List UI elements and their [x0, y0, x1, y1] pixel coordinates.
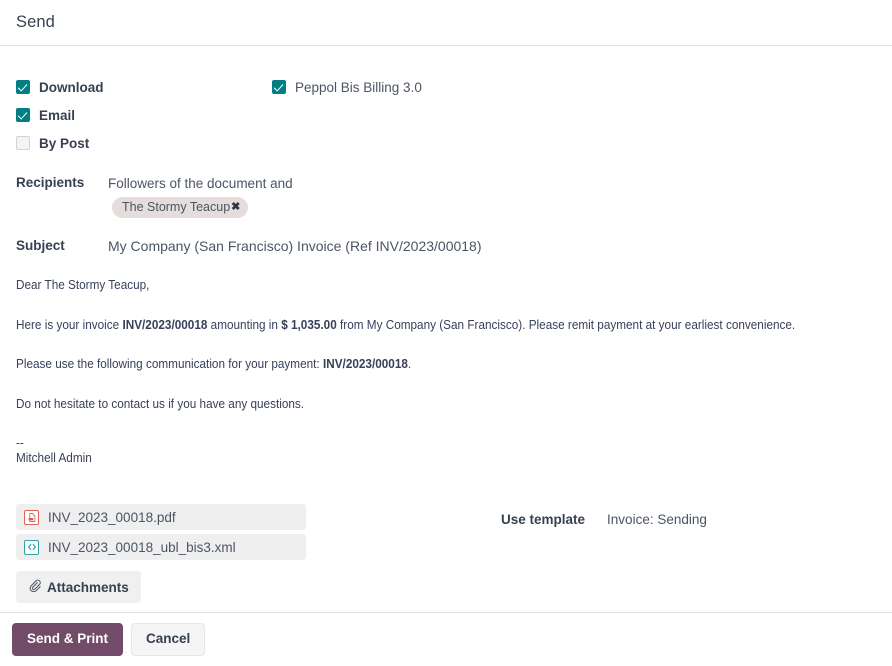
- recipient-tag-list: The Stormy Teacup ✖: [108, 197, 876, 218]
- by-post-checkbox[interactable]: [16, 136, 30, 150]
- dialog-header: Send: [0, 0, 892, 46]
- recipients-value: Followers of the document and The Stormy…: [108, 175, 876, 218]
- mail-amount: $ 1,035.00: [281, 318, 337, 332]
- paperclip-icon: [28, 579, 41, 595]
- recipients-row: Recipients Followers of the document and…: [16, 175, 876, 218]
- option-email[interactable]: Email: [16, 101, 876, 129]
- download-checkbox[interactable]: [16, 80, 30, 94]
- email-checkbox[interactable]: [16, 108, 30, 122]
- mail-signature-name: Mitchell Admin: [16, 451, 873, 466]
- email-label: Email: [39, 108, 75, 123]
- mail-p2-text1: Here is your invoice: [16, 318, 122, 332]
- subject-row: Subject My Company (San Francisco) Invoi…: [16, 238, 876, 254]
- attachment-name: INV_2023_00018.pdf: [48, 510, 176, 525]
- by-post-label: By Post: [39, 136, 89, 151]
- mail-p2-text3: from My Company (San Francisco). Please …: [337, 318, 795, 332]
- mail-paragraph-questions: Do not hesitate to contact us if you hav…: [16, 397, 873, 412]
- page-title: Send: [16, 13, 55, 32]
- send-options-group: Download Email By Post Peppol Bis Billin…: [16, 46, 876, 157]
- mail-p3-text2: .: [408, 357, 411, 371]
- attachments-area: INV_2023_00018.pdf INV_2023_00018_ubl_bi…: [16, 504, 306, 603]
- cancel-button[interactable]: Cancel: [131, 623, 205, 656]
- mail-paragraph-invoice: Here is your invoice INV/2023/00018 amou…: [16, 318, 873, 333]
- recipient-tag-label: The Stormy Teacup: [122, 199, 230, 215]
- option-download[interactable]: Download: [16, 73, 876, 101]
- mail-invoice-ref-2: INV/2023/00018: [323, 357, 408, 371]
- xml-file-icon: [24, 540, 39, 555]
- mail-signature-separator: --: [16, 436, 873, 451]
- remove-tag-icon[interactable]: ✖: [231, 199, 240, 215]
- option-peppol[interactable]: Peppol Bis Billing 3.0: [272, 73, 422, 101]
- mail-invoice-ref-1: INV/2023/00018: [122, 318, 207, 332]
- attachment-item-xml[interactable]: INV_2023_00018_ubl_bis3.xml: [16, 534, 306, 560]
- mail-paragraph-communication: Please use the following communication f…: [16, 357, 873, 372]
- subject-input[interactable]: My Company (San Francisco) Invoice (Ref …: [108, 238, 876, 254]
- use-template-label: Use template: [501, 512, 585, 527]
- mail-body-editor[interactable]: Dear The Stormy Teacup, Here is your inv…: [16, 278, 873, 466]
- mail-p2-text2: amounting in: [207, 318, 281, 332]
- attachments-button[interactable]: Attachments: [16, 571, 141, 603]
- attachments-button-label: Attachments: [47, 580, 129, 595]
- attachment-name: INV_2023_00018_ubl_bis3.xml: [48, 540, 236, 555]
- dialog-body: Download Email By Post Peppol Bis Billin…: [0, 46, 892, 612]
- send-and-print-button[interactable]: Send & Print: [12, 623, 123, 656]
- pdf-file-icon: [24, 510, 39, 525]
- subject-label: Subject: [16, 238, 108, 253]
- use-template-value[interactable]: Invoice: Sending: [607, 512, 707, 527]
- recipient-tag[interactable]: The Stormy Teacup ✖: [112, 197, 248, 218]
- option-by-post[interactable]: By Post: [16, 129, 876, 157]
- mail-greeting: Dear The Stormy Teacup,: [16, 278, 873, 293]
- recipients-label: Recipients: [16, 175, 108, 190]
- followers-text: Followers of the document and: [108, 175, 876, 192]
- dialog-footer: Send & Print Cancel: [0, 612, 892, 666]
- use-template-row: Use template Invoice: Sending: [501, 512, 707, 527]
- send-dialog: Send Download Email By Post Peppol Bis B…: [0, 0, 892, 666]
- peppol-checkbox[interactable]: [272, 80, 286, 94]
- attachment-item-pdf[interactable]: INV_2023_00018.pdf: [16, 504, 306, 530]
- peppol-label: Peppol Bis Billing 3.0: [295, 80, 422, 95]
- mail-p3-text1: Please use the following communication f…: [16, 357, 323, 371]
- download-label: Download: [39, 80, 104, 95]
